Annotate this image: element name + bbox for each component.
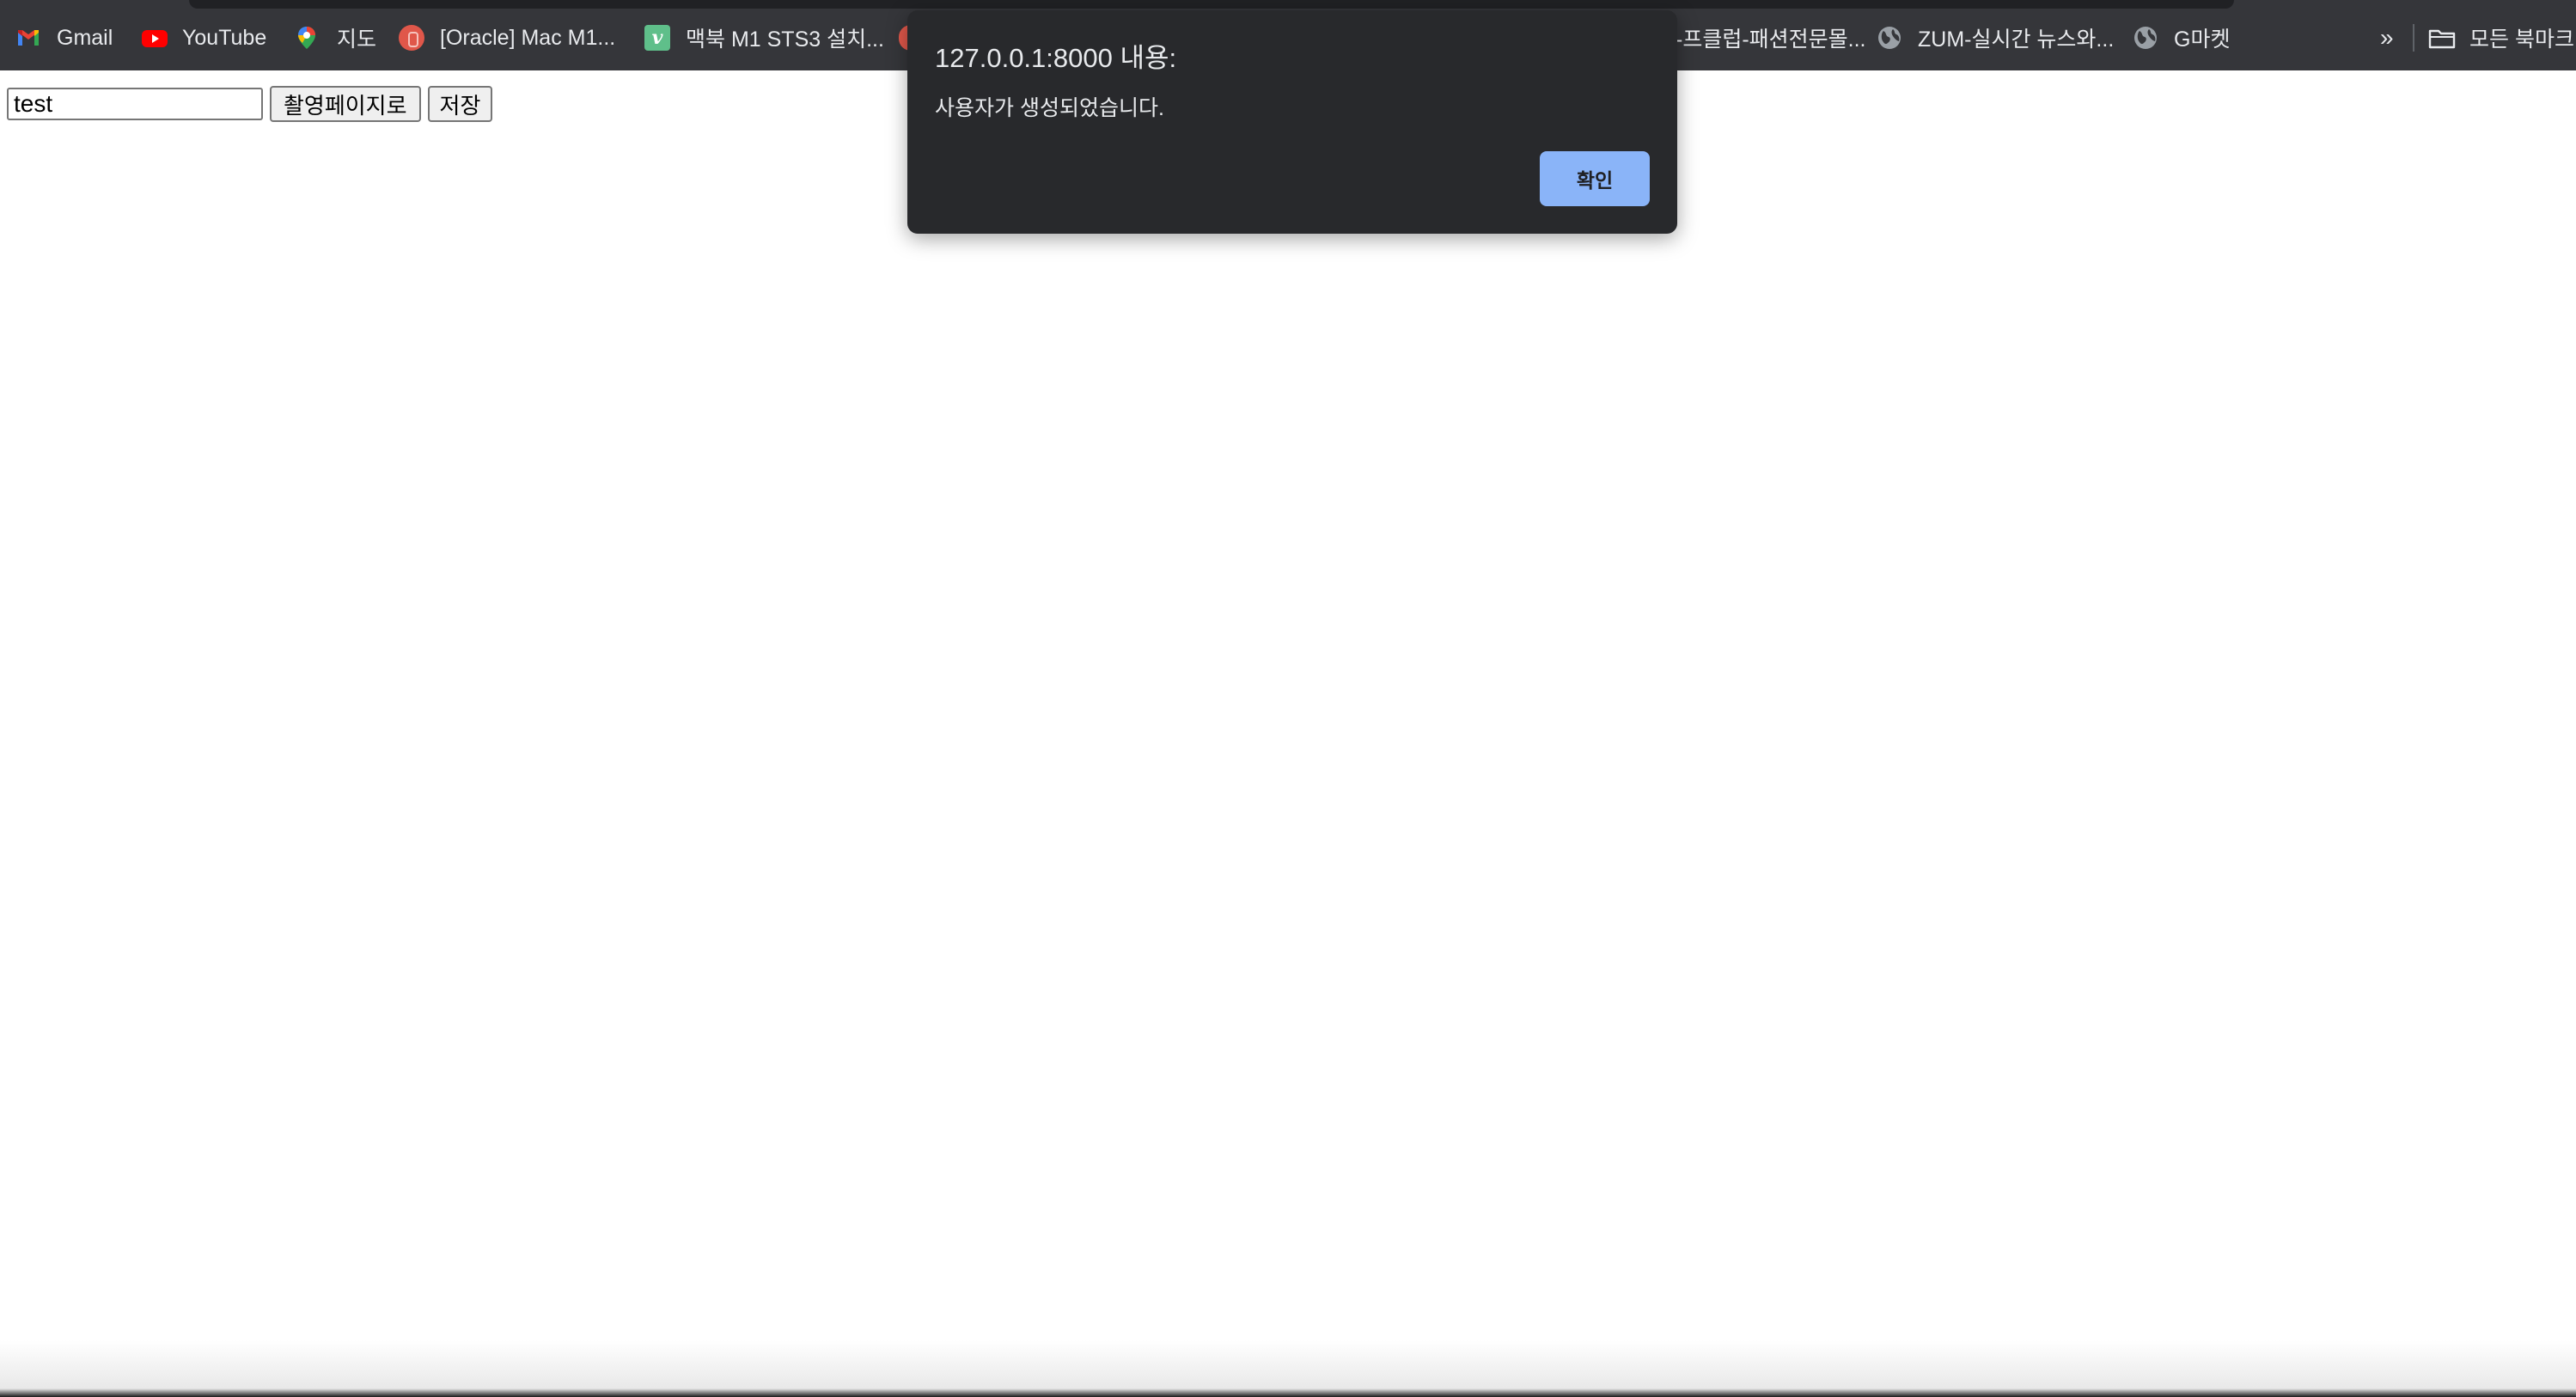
all-bookmarks-folder[interactable]: 모든 북마크: [2428, 21, 2574, 55]
name-input[interactable]: [7, 88, 263, 120]
globe-icon: [2133, 25, 2158, 51]
bookmark-fashion[interactable]: -프클럽-패션전문몰...: [1676, 21, 1866, 55]
save-button[interactable]: 저장: [427, 86, 493, 122]
bookmark-gmail[interactable]: Gmail: [15, 21, 113, 55]
bookmark-label: Gmail: [57, 25, 113, 50]
bookmarks-divider: [2413, 24, 2414, 52]
bookmark-label: ZUM-실시간 뉴스와...: [1918, 27, 2115, 52]
bookmark-oracle[interactable]: [Oracle] Mac M1...: [399, 21, 615, 55]
dialog-message: 사용자가 생성되었습니다.: [935, 96, 1164, 120]
dialog-title: 127.0.0.1:8000 내용:: [935, 43, 1177, 73]
bookmark-label: YouTube: [182, 25, 267, 50]
bookmark-maps[interactable]: 지도: [296, 21, 376, 55]
youtube-icon: [141, 25, 168, 51]
gmail-icon: [15, 25, 41, 51]
window-bottom-edge: [0, 1340, 2576, 1397]
bookmark-youtube[interactable]: YouTube: [141, 21, 266, 55]
bookmark-label: [Oracle] Mac M1...: [440, 25, 616, 50]
bookmark-label: -프클럽-패션전문몰...: [1676, 27, 1866, 52]
v-icon: v: [644, 25, 670, 51]
bookmark-label: 지도: [337, 27, 377, 52]
capture-page-button[interactable]: 촬영페이지로: [270, 86, 421, 122]
bookmark-gmarket[interactable]: G마켓: [2133, 21, 2230, 55]
bookmark-zum[interactable]: ZUM-실시간 뉴스와...: [1877, 21, 2114, 55]
maps-pin-icon: [296, 25, 321, 51]
globe-icon: [1877, 25, 1902, 51]
bookmark-label: 맥북 M1 STS3 설치...: [686, 27, 884, 52]
page-controls: 촬영페이지로 저장: [7, 86, 493, 122]
folder-icon: [2428, 25, 2456, 51]
more-bookmarks-chevron[interactable]: »: [2380, 21, 2394, 55]
dialog-ok-button[interactable]: 확인: [1540, 151, 1650, 206]
tab-strip-edge: [189, 0, 2234, 9]
oracle-icon: [399, 25, 424, 51]
bookmark-label: G마켓: [2174, 27, 2231, 52]
bookmark-label: 모든 북마크: [2469, 27, 2574, 52]
bookmark-velog[interactable]: v 맥북 M1 STS3 설치...: [644, 21, 884, 55]
alert-dialog: 127.0.0.1:8000 내용: 사용자가 생성되었습니다. 확인: [907, 10, 1677, 234]
